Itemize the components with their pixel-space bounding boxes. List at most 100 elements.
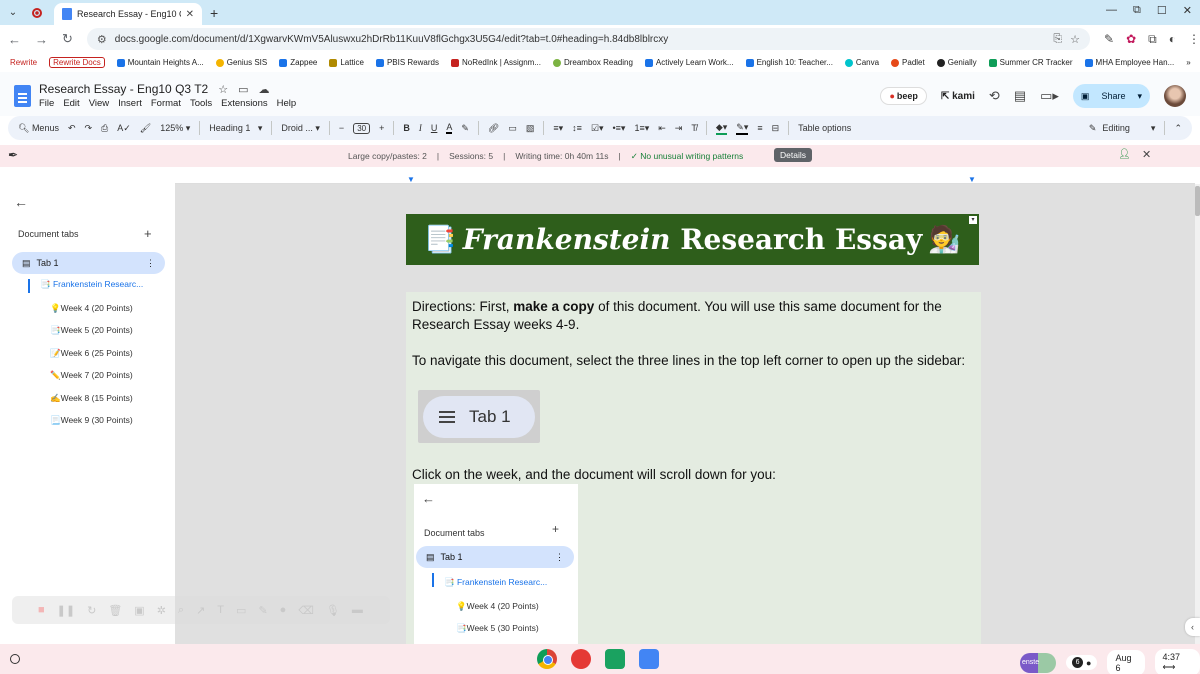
link-icon[interactable]: 🔗︎ xyxy=(488,123,499,134)
close-window-icon[interactable]: ✕ xyxy=(1183,4,1192,17)
time-display[interactable]: 4:37 ⟷ xyxy=(1154,649,1200,674)
menu-help[interactable]: Help xyxy=(277,98,297,109)
numbered-list-icon[interactable]: 1≡▾ xyxy=(634,123,649,134)
browser-tab[interactable]: Research Essay - Eng10 Q3 T2 ✕ xyxy=(54,3,202,25)
share-dropdown-icon[interactable]: ▾ xyxy=(1137,91,1142,102)
eraser-icon[interactable]: ⌫ xyxy=(298,604,314,617)
pen-icon[interactable]: ✎ xyxy=(258,604,267,617)
menu-file[interactable]: File xyxy=(39,98,54,109)
decrease-font-icon[interactable]: − xyxy=(339,123,344,133)
chrome-menu-icon[interactable]: ⋮ xyxy=(1188,32,1200,47)
sidebar-item-tab1[interactable]: ▤ Tab 1 ⋮ xyxy=(12,252,165,274)
cloud-status-icon[interactable]: ☁ xyxy=(258,83,269,96)
menu-edit[interactable]: Edit xyxy=(63,98,79,109)
person-icon[interactable]: 👤︎ xyxy=(1118,149,1131,160)
launcher-icon[interactable] xyxy=(10,654,20,664)
url-text[interactable]: docs.google.com/document/d/1XgwarvKWmV5A… xyxy=(115,34,1046,45)
site-settings-icon[interactable]: ⚙ xyxy=(97,33,107,46)
zoom-icon[interactable]: ⌕ xyxy=(178,604,184,617)
kami-button[interactable]: ⇱ kami xyxy=(941,91,975,102)
avatar[interactable] xyxy=(1164,85,1186,107)
bookmark-item[interactable]: Genially xyxy=(936,58,977,67)
star-icon[interactable]: ☆ xyxy=(218,83,228,96)
classroom-app-icon[interactable] xyxy=(605,649,625,669)
forward-icon[interactable]: → xyxy=(35,32,48,47)
menu-tools[interactable]: Tools xyxy=(190,98,212,109)
blur-icon[interactable]: ● xyxy=(280,604,287,616)
bookmark-item[interactable]: Padlet xyxy=(891,58,925,67)
arrow-icon[interactable]: ↗ xyxy=(196,604,205,617)
sidebar-item-week4[interactable]: 💡Week 4 (20 Points) xyxy=(50,303,133,325)
side-panel-toggle-icon[interactable]: ‹ xyxy=(1185,618,1200,636)
comment-icon[interactable]: ▭ xyxy=(508,123,517,134)
sidebar-item-week7[interactable]: ✏️Week 7 (20 Points) xyxy=(50,370,133,392)
menu-format[interactable]: Format xyxy=(151,98,181,109)
style-select[interactable]: Heading 1 ▾ xyxy=(209,123,262,134)
bulleted-list-icon[interactable]: •≡▾ xyxy=(613,123,626,134)
table-cell-menu-icon[interactable]: ▾ xyxy=(969,216,977,224)
pen-extension-icon[interactable]: ✎ xyxy=(1104,32,1114,47)
redo-icon[interactable]: ↷ xyxy=(85,123,93,134)
directions-paragraph[interactable]: Directions: First, make a copy of this d… xyxy=(412,298,975,334)
sidebar-item-week6[interactable]: 📝Week 6 (25 Points) xyxy=(50,348,133,370)
document-body[interactable]: Directions: First, make a copy of this d… xyxy=(406,292,981,644)
omnibox[interactable]: ⚙ docs.google.com/document/d/1XgwarvKWmV… xyxy=(86,28,1091,50)
line-spacing-icon[interactable]: ↕≡ xyxy=(572,123,582,133)
zoom-select[interactable]: 125% ▾ xyxy=(160,123,190,134)
navigate-paragraph[interactable]: To navigate this document, select the th… xyxy=(412,352,975,370)
maximize-icon[interactable]: ☐ xyxy=(1157,4,1167,17)
chrome-app-icon[interactable] xyxy=(537,649,557,669)
screencast-app-icon[interactable] xyxy=(571,649,591,669)
install-icon[interactable]: ⎘ xyxy=(1053,33,1062,46)
bookmark-item[interactable]: PBIS Rewards xyxy=(375,58,439,67)
back-arrow-icon[interactable]: ← xyxy=(14,194,28,210)
close-tab-icon[interactable]: ✕ xyxy=(186,9,194,20)
click-week-paragraph[interactable]: Click on the week, and the document will… xyxy=(412,466,776,484)
search-menus[interactable]: 🔍︎ Menus xyxy=(18,123,59,134)
bookmark-rewrite[interactable]: Rewrite xyxy=(10,58,37,67)
text-color-button[interactable]: A xyxy=(446,122,453,134)
bookmark-item[interactable]: Canva xyxy=(844,58,879,67)
spellcheck-icon[interactable]: A✓ xyxy=(117,123,131,134)
left-indent-marker[interactable]: ▼ xyxy=(407,175,415,184)
decrease-indent-icon[interactable]: ⇤ xyxy=(658,123,666,134)
vertical-scrollbar[interactable] xyxy=(1195,184,1200,644)
align-icon[interactable]: ≡▾ xyxy=(553,123,563,134)
checklist-icon[interactable]: ☑▾ xyxy=(591,123,604,134)
feather-icon[interactable]: ✒ xyxy=(8,148,18,162)
bookmarks-overflow-icon[interactable]: » xyxy=(1186,58,1190,67)
bookmark-item[interactable]: MHA Employee Han... xyxy=(1084,58,1174,67)
increase-font-icon[interactable]: + xyxy=(379,123,384,133)
notification-badge[interactable]: 6 ● xyxy=(1066,655,1098,670)
extensions-puzzle-icon[interactable]: ⧉ xyxy=(1148,32,1157,47)
sidebar-item-week5[interactable]: 📑Week 5 (20 Points) xyxy=(50,325,133,347)
scrollbar-thumb[interactable] xyxy=(1195,186,1200,216)
border-dash-icon[interactable]: ⊟ xyxy=(772,123,780,134)
bookmark-rewrite-docs[interactable]: Rewrite Docs xyxy=(49,57,105,68)
bookmark-item[interactable]: Zappee xyxy=(279,58,317,67)
bookmark-item[interactable]: English 10: Teacher... xyxy=(745,58,833,67)
comments-icon[interactable]: ▤ xyxy=(1014,88,1026,104)
back-icon[interactable]: ← xyxy=(8,32,21,47)
spotlight-icon[interactable]: ✲ xyxy=(157,604,166,617)
font-size-input[interactable]: 30 xyxy=(353,122,371,134)
tray-avatar[interactable]: enste xyxy=(1020,652,1057,673)
sidebar-screenshot-image[interactable]: ← Document tabs + ▤ Tab 1 ⋮ 📑 Frankenste… xyxy=(414,484,578,644)
table-options-button[interactable]: Table options xyxy=(798,123,851,133)
beep-button[interactable]: beep xyxy=(880,87,927,105)
recording-icon[interactable] xyxy=(26,7,48,18)
move-folder-icon[interactable]: ▭ xyxy=(238,83,248,96)
paint-format-icon[interactable]: 🖌︎ xyxy=(140,123,151,134)
border-width-icon[interactable]: ≡ xyxy=(757,123,762,133)
shape-icon[interactable]: ▭ xyxy=(236,604,246,617)
trash-icon[interactable]: 🗑︎ xyxy=(108,604,122,617)
image-icon[interactable]: ▧ xyxy=(526,123,535,134)
reload-icon[interactable]: ↻ xyxy=(62,31,73,47)
add-tab-icon[interactable]: + xyxy=(144,226,152,241)
meet-icon[interactable]: ▭▸ xyxy=(1040,88,1059,104)
right-indent-marker[interactable]: ▼ xyxy=(968,175,976,184)
menu-view[interactable]: View xyxy=(89,98,109,109)
more-options-icon[interactable]: ⋮ xyxy=(146,258,155,269)
new-tab-button[interactable]: + xyxy=(210,5,218,21)
cursor-icon[interactable]: ▣ xyxy=(134,604,144,617)
